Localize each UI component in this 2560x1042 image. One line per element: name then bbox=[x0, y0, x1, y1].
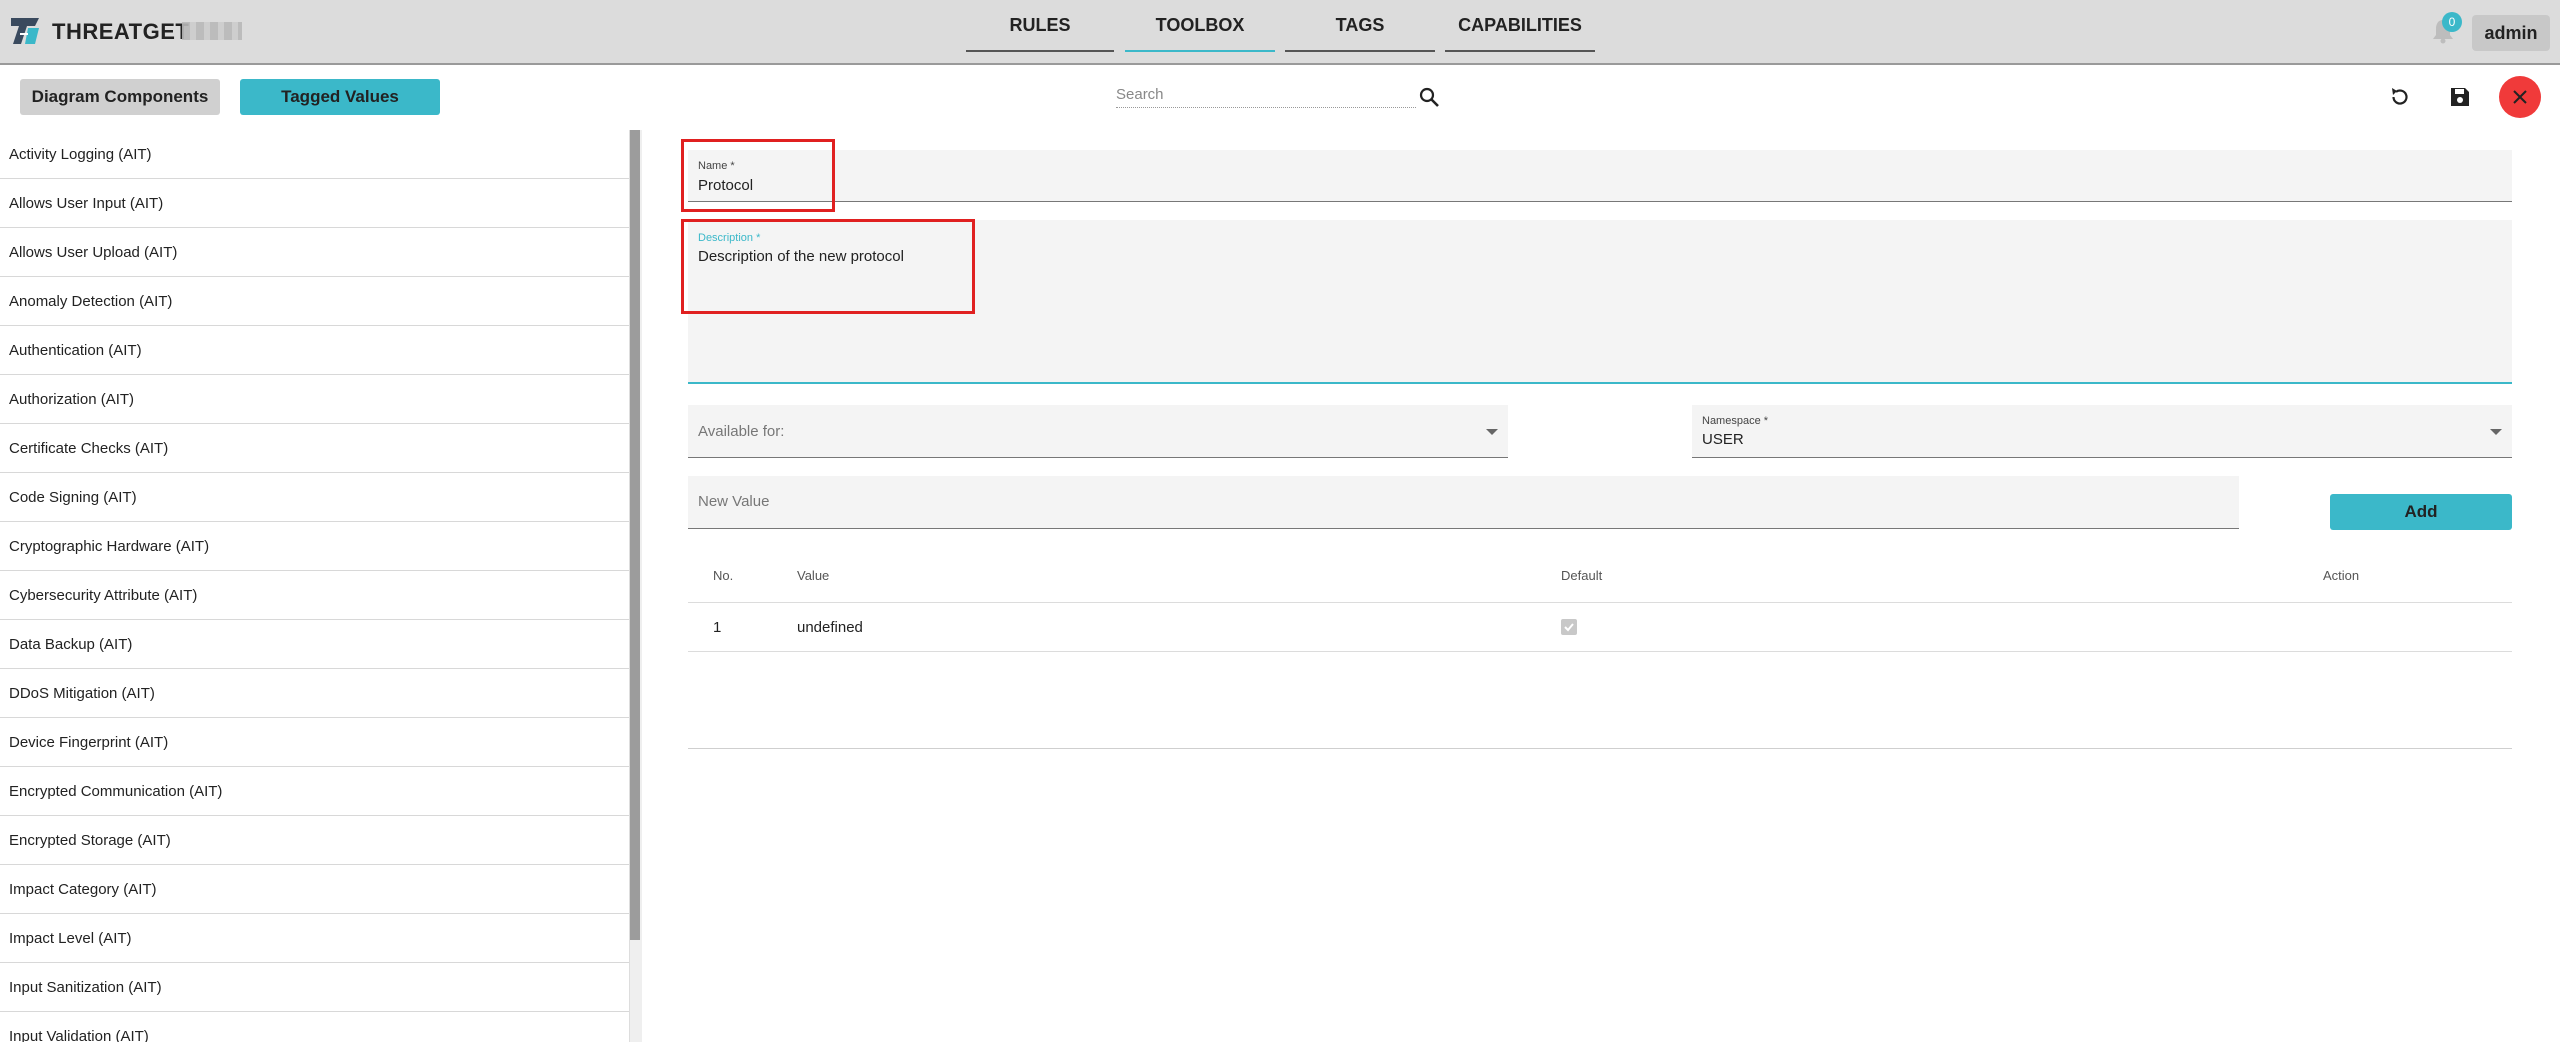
table-header-default: Default bbox=[1561, 568, 1603, 583]
list-item[interactable]: Encrypted Communication (AIT) bbox=[0, 767, 629, 816]
name-field[interactable]: Name * Protocol bbox=[688, 150, 2512, 202]
list-item[interactable]: Impact Category (AIT) bbox=[0, 865, 629, 914]
top-bar: THREATGET RULES TOOLBOX TAGS CAPABILITIE… bbox=[0, 0, 2560, 65]
tagged-values-list: Activity Logging (AIT) Allows User Input… bbox=[0, 130, 630, 1042]
close-icon bbox=[2513, 90, 2527, 104]
list-item[interactable]: Code Signing (AIT) bbox=[0, 473, 629, 522]
threatget-logo-icon bbox=[11, 18, 39, 44]
name-highlight-box bbox=[681, 139, 835, 212]
list-item[interactable]: Anomaly Detection (AIT) bbox=[0, 277, 629, 326]
table-row-no: 1 bbox=[713, 619, 722, 636]
available-for-select[interactable]: Available for: bbox=[688, 405, 1508, 458]
brand-name: THREATGET bbox=[52, 19, 190, 44]
close-button[interactable] bbox=[2499, 76, 2541, 118]
tagged-values-button[interactable]: Tagged Values bbox=[240, 79, 440, 115]
list-item[interactable]: Data Backup (AIT) bbox=[0, 620, 629, 669]
list-item[interactable]: Authentication (AIT) bbox=[0, 326, 629, 375]
list-item[interactable]: Cybersecurity Attribute (AIT) bbox=[0, 571, 629, 620]
namespace-dropdown-icon bbox=[2490, 429, 2502, 435]
available-for-dropdown-icon bbox=[1486, 429, 1498, 435]
add-value-button[interactable]: Add bbox=[2330, 494, 2512, 530]
description-highlight-box bbox=[681, 219, 975, 314]
table-header-action: Action bbox=[2323, 568, 2360, 583]
list-item[interactable]: Allows User Upload (AIT) bbox=[0, 228, 629, 277]
table-row-divider bbox=[688, 651, 2512, 652]
save-icon[interactable] bbox=[2447, 84, 2473, 110]
tab-rules[interactable]: RULES bbox=[966, 0, 1114, 52]
table-row-value: undefined bbox=[797, 619, 863, 636]
list-item[interactable]: DDoS Mitigation (AIT) bbox=[0, 669, 629, 718]
default-checkbox[interactable] bbox=[1561, 619, 1577, 635]
list-item[interactable]: Activity Logging (AIT) bbox=[0, 130, 629, 179]
list-item[interactable]: Allows User Input (AIT) bbox=[0, 179, 629, 228]
table-header-value: Value bbox=[797, 568, 830, 583]
check-icon bbox=[1564, 623, 1574, 632]
diagram-components-button[interactable]: Diagram Components bbox=[20, 79, 220, 115]
list-item[interactable]: Input Validation (AIT) bbox=[0, 1012, 629, 1042]
tab-toolbox[interactable]: TOOLBOX bbox=[1125, 0, 1275, 52]
tab-capabilities[interactable]: CAPABILITIES bbox=[1445, 0, 1595, 52]
reset-icon[interactable] bbox=[2387, 84, 2413, 110]
list-item[interactable]: Input Sanitization (AIT) bbox=[0, 963, 629, 1012]
table-bottom-divider bbox=[688, 748, 2512, 749]
list-scrollbar-thumb[interactable] bbox=[630, 130, 640, 940]
namespace-select[interactable]: Namespace * USER bbox=[1692, 405, 2512, 458]
list-item[interactable]: Device Fingerprint (AIT) bbox=[0, 718, 629, 767]
list-item[interactable]: Impact Level (AIT) bbox=[0, 914, 629, 963]
new-value-placeholder: New Value bbox=[698, 493, 770, 510]
notification-badge: 0 bbox=[2442, 12, 2462, 32]
new-value-input[interactable]: New Value bbox=[688, 476, 2239, 529]
list-item[interactable]: Cryptographic Hardware (AIT) bbox=[0, 522, 629, 571]
search-input[interactable] bbox=[1116, 82, 1416, 108]
namespace-value: USER bbox=[1702, 431, 1744, 448]
list-item[interactable]: Authorization (AIT) bbox=[0, 375, 629, 424]
redacted-version bbox=[182, 22, 242, 40]
tab-tags[interactable]: TAGS bbox=[1285, 0, 1435, 52]
user-menu-button[interactable]: admin bbox=[2472, 15, 2550, 51]
list-item[interactable]: Certificate Checks (AIT) bbox=[0, 424, 629, 473]
table-header-divider bbox=[688, 602, 2512, 603]
list-item[interactable]: Encrypted Storage (AIT) bbox=[0, 816, 629, 865]
available-for-placeholder: Available for: bbox=[698, 423, 785, 440]
namespace-label: Namespace * bbox=[1702, 415, 1769, 427]
search-icon[interactable] bbox=[1418, 86, 1440, 108]
table-header-no: No. bbox=[713, 568, 734, 583]
